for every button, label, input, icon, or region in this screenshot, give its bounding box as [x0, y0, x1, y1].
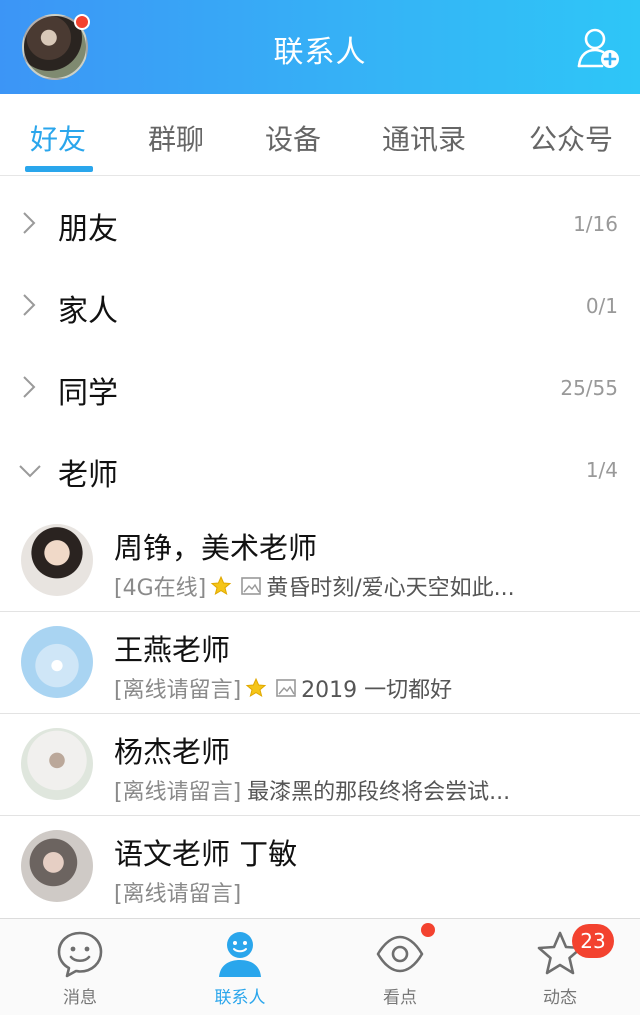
- group-count: 25/55: [560, 376, 618, 400]
- contacts-icon: [219, 932, 261, 977]
- active-tab-indicator: [25, 166, 93, 172]
- group-name: 老师: [58, 458, 118, 493]
- online-status: [离线请留言]: [114, 780, 242, 805]
- nav-moments[interactable]: 动态: [480, 919, 640, 1015]
- contact-name: 杨杰老师: [114, 735, 231, 769]
- tab-official-accounts[interactable]: 公众号: [529, 118, 613, 158]
- group-count: 1/16: [573, 212, 618, 236]
- nav-label: 联系人: [214, 988, 266, 1008]
- chevron-right-icon: [23, 376, 36, 398]
- group-friends[interactable]: 朋友 1/16: [0, 182, 640, 264]
- group-teachers[interactable]: 老师 1/4: [0, 428, 640, 510]
- avatar: [21, 524, 93, 596]
- contact-subtitle: [离线请留言]: [114, 876, 241, 908]
- nav-contacts[interactable]: 联系人: [160, 919, 320, 1015]
- contact-row[interactable]: 周铮，美术老师 [4G在线] 黄昏时刻/爱心天空如此...: [0, 510, 640, 612]
- contact-row[interactable]: 王燕老师 [离线请留言] 2019 一切都好: [0, 612, 640, 714]
- contact-name: 语文老师 丁敏: [114, 837, 298, 871]
- message-icon: [57, 931, 103, 978]
- online-status: [离线请留言]: [114, 882, 242, 907]
- nav-messages[interactable]: 消息: [0, 919, 160, 1015]
- nav-label: 动态: [543, 988, 577, 1008]
- contact-name: 王燕老师: [114, 633, 231, 667]
- contact-subtitle: [离线请留言] 2019 一切都好: [114, 672, 452, 704]
- nav-label: 看点: [383, 988, 417, 1008]
- online-status: [4G在线]: [114, 576, 207, 601]
- header-bar: 联系人: [0, 0, 640, 94]
- tab-friends[interactable]: 好友: [30, 118, 86, 158]
- group-name: 朋友: [58, 212, 118, 247]
- tab-groups[interactable]: 群聊: [148, 118, 204, 158]
- chevron-right-icon: [23, 212, 36, 234]
- group-count: 0/1: [585, 294, 618, 318]
- online-status: [离线请留言]: [114, 678, 242, 703]
- unread-badge: 23: [572, 924, 614, 958]
- chevron-right-icon: [23, 294, 36, 316]
- nav-discover[interactable]: 看点: [320, 919, 480, 1015]
- group-family[interactable]: 家人 0/1: [0, 264, 640, 346]
- signature-text: 黄昏时刻/爱心天空如此...: [266, 576, 515, 601]
- contact-subtitle: [4G在线] 黄昏时刻/爱心天空如此...: [114, 570, 515, 602]
- add-friend-icon[interactable]: [576, 26, 622, 70]
- signature-text: 最漆黑的那段终将会尝试...: [247, 780, 511, 805]
- signature-text: 2019 一切都好: [301, 678, 453, 703]
- bottom-nav: 消息 联系人 看点 动态: [0, 918, 640, 1015]
- group-count: 1/4: [585, 458, 618, 482]
- group-name: 同学: [58, 376, 118, 411]
- star-icon: [245, 677, 267, 698]
- contact-row[interactable]: 杨杰老师 [离线请留言] 最漆黑的那段终将会尝试...: [0, 714, 640, 816]
- group-classmates[interactable]: 同学 25/55: [0, 346, 640, 428]
- nav-label: 消息: [63, 988, 97, 1008]
- tab-devices[interactable]: 设备: [265, 118, 321, 158]
- group-name: 家人: [58, 294, 118, 329]
- avatar: [21, 728, 93, 800]
- image-icon: [276, 679, 296, 697]
- page-title: 联系人: [273, 35, 367, 70]
- avatar: [21, 830, 93, 902]
- tab-address-book[interactable]: 通讯录: [382, 118, 466, 158]
- image-icon: [241, 577, 262, 595]
- eye-icon: [376, 935, 424, 973]
- chevron-down-icon: [19, 465, 41, 478]
- tab-bar: 好友 群聊 设备 通讯录 公众号: [0, 94, 640, 176]
- notification-dot: [421, 923, 435, 937]
- contact-subtitle: [离线请留言] 最漆黑的那段终将会尝试...: [114, 774, 510, 806]
- avatar: [21, 626, 93, 698]
- contact-name: 周铮，美术老师: [114, 531, 318, 565]
- contact-row[interactable]: 语文老师 丁敏 [离线请留言]: [0, 816, 640, 918]
- star-icon: [210, 575, 232, 596]
